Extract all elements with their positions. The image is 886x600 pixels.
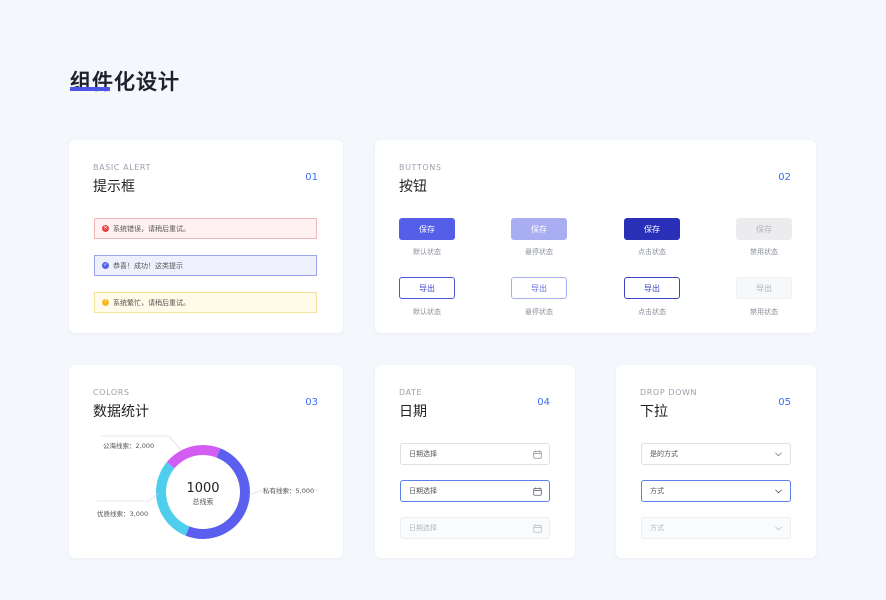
- save-button-disabled: 保存: [736, 218, 792, 240]
- card-tag: BUTTONS: [399, 163, 442, 172]
- export-button-disabled: 导出: [736, 277, 792, 299]
- export-button-hover[interactable]: 导出: [511, 277, 567, 299]
- card-title: 下拉: [640, 404, 668, 420]
- date-picker-text: 日期选择: [409, 450, 437, 458]
- close-circle-icon: ×: [102, 225, 109, 232]
- date-picker-input-disabled: 日期选择: [400, 517, 550, 539]
- alert-text: 系统繁忙，请稍后重试。: [113, 298, 190, 307]
- dropdown-value: 方式: [650, 487, 664, 495]
- dropdown-select-disabled: 方式: [641, 517, 791, 539]
- alert-error: × 系统错误，请稍后重试。: [94, 218, 317, 239]
- calendar-icon: [533, 524, 542, 533]
- donut-chart: [97, 435, 319, 539]
- date-card: DATE 日期 04 日期选择 日期选择 日期选择: [375, 365, 575, 558]
- card-tag: BASIC ALERT: [93, 163, 151, 172]
- card-title: 提示框: [93, 179, 135, 195]
- card-number: 05: [778, 397, 791, 408]
- chevron-down-icon: [775, 489, 782, 494]
- dropdown-value: 方式: [650, 524, 664, 532]
- donut-center-value: 1000: [186, 481, 220, 496]
- donut-segment-public: [166, 445, 221, 469]
- button-state-label: 悬停状态: [525, 308, 553, 316]
- dropdown-select-focused[interactable]: 方式: [641, 480, 791, 502]
- button-state-label: 禁用状态: [750, 248, 778, 256]
- calendar-icon: [533, 450, 542, 459]
- calendar-icon: [533, 487, 542, 496]
- date-picker-input-focused[interactable]: 日期选择: [400, 480, 550, 502]
- button-state-label: 默认状态: [413, 308, 441, 316]
- alert-card: BASIC ALERT 提示框 01 × 系统错误，请稍后重试。 ✓ 恭喜！成功…: [69, 140, 343, 333]
- card-tag: DROP DOWN: [640, 388, 698, 397]
- title-underline: [70, 87, 110, 91]
- button-state-label: 悬停状态: [525, 248, 553, 256]
- alert-success: ✓ 恭喜！成功！这类提示: [94, 255, 317, 276]
- chevron-down-icon: [775, 452, 782, 457]
- dropdown-card: DROP DOWN 下拉 05 是的方式 方式 方式: [616, 365, 816, 558]
- segment-label-private: 私有线索：5,000: [263, 487, 315, 495]
- export-button-active[interactable]: 导出: [624, 277, 680, 299]
- date-picker-text: 日期选择: [409, 487, 437, 495]
- alert-text: 系统错误，请稍后重试。: [113, 224, 190, 233]
- dropdown-value: 是的方式: [650, 450, 678, 458]
- alert-text: 恭喜！成功！这类提示: [113, 261, 183, 270]
- button-state-label: 点击状态: [638, 248, 666, 256]
- save-button-default[interactable]: 保存: [399, 218, 455, 240]
- alert-warning: ! 系统繁忙，请稍后重试。: [94, 292, 317, 313]
- chevron-down-icon: [775, 526, 782, 531]
- buttons-card: BUTTONS 按钮 02 保存 保存 保存 保存 默认状态 悬停状态 点击状态…: [375, 140, 816, 333]
- colors-card: COLORS 数据统计 03 1000 总线索 私有线索：5,000 优质线索：…: [69, 365, 343, 558]
- save-button-active[interactable]: 保存: [624, 218, 680, 240]
- warning-circle-icon: !: [102, 299, 109, 306]
- card-title: 按钮: [399, 179, 427, 195]
- card-number: 01: [305, 172, 318, 183]
- donut-center-label: 总线索: [192, 498, 214, 506]
- date-picker-text: 日期选择: [409, 524, 437, 532]
- button-state-label: 点击状态: [638, 308, 666, 316]
- card-tag: DATE: [399, 388, 423, 397]
- date-picker-input[interactable]: 日期选择: [400, 443, 550, 465]
- save-button-hover[interactable]: 保存: [511, 218, 567, 240]
- card-number: 02: [778, 172, 791, 183]
- export-button-default[interactable]: 导出: [399, 277, 455, 299]
- card-title: 日期: [399, 404, 427, 420]
- page-title: 组件化设计: [70, 70, 180, 94]
- dropdown-select[interactable]: 是的方式: [641, 443, 791, 465]
- segment-label-quality: 优质线索：3,000: [97, 510, 149, 518]
- check-circle-icon: ✓: [102, 262, 109, 269]
- button-state-label: 默认状态: [413, 248, 441, 256]
- leader-line-quality: [97, 492, 160, 502]
- card-number: 04: [537, 397, 550, 408]
- button-state-label: 禁用状态: [750, 308, 778, 316]
- segment-label-public: 公海线索：2,000: [103, 442, 155, 450]
